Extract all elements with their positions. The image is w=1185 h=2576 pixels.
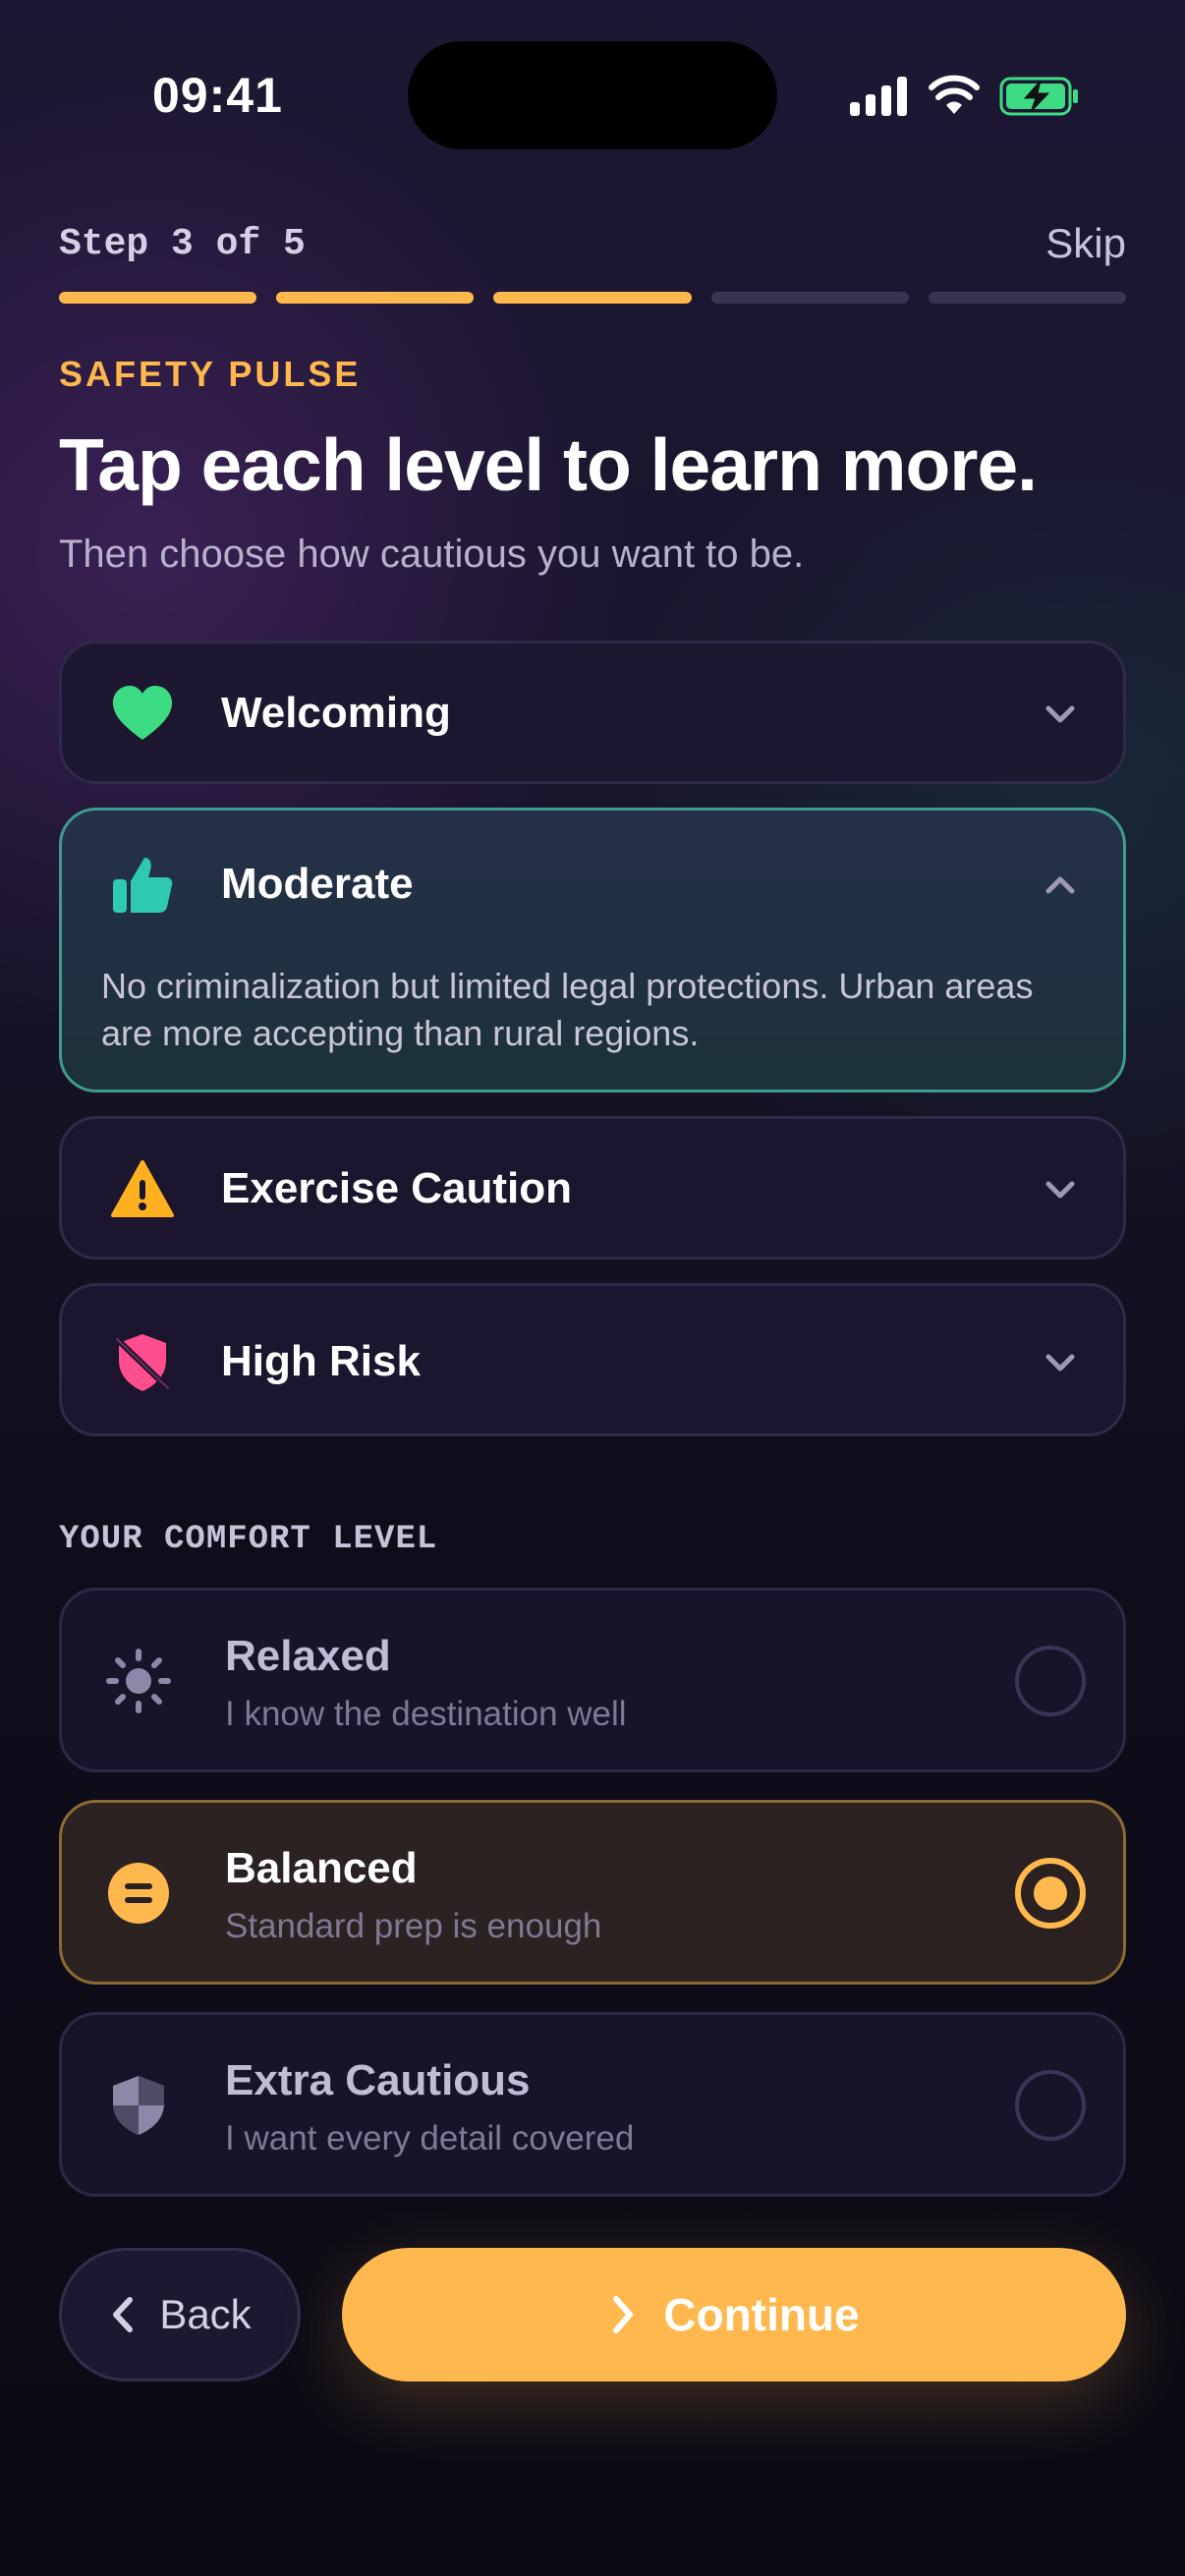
progress-segment-5	[928, 292, 1127, 304]
back-button-label: Back	[159, 2291, 252, 2337]
status-time: 09:41	[152, 68, 283, 123]
sun-icon	[106, 1649, 171, 1713]
section-eyebrow: SAFETY PULSE	[59, 354, 362, 394]
shield-icon	[113, 2076, 164, 2135]
comfort-option-name: Relaxed	[225, 1632, 391, 1680]
chevron-up-icon	[1045, 876, 1075, 894]
radio-button[interactable]	[1015, 1646, 1086, 1716]
step-indicator: Step 3 of 5	[59, 223, 306, 265]
continue-button-label: Continue	[663, 2289, 860, 2340]
chevron-left-icon	[113, 2297, 134, 2332]
level-card-exercise-caution[interactable]: Exercise Caution	[59, 1116, 1126, 1260]
dynamic-island	[408, 41, 777, 149]
level-label: Exercise Caution	[221, 1164, 573, 1212]
comfort-section-heading: YOUR COMFORT LEVEL	[59, 1521, 438, 1558]
battery-charging-icon	[999, 77, 1078, 116]
warning-icon	[111, 1160, 174, 1217]
comfort-option-balanced[interactable]: Balanced Standard prep is enough	[59, 1800, 1126, 1985]
cellular-signal-icon	[850, 77, 907, 116]
progress-bar	[59, 292, 1127, 304]
level-label: Moderate	[221, 860, 414, 908]
level-card-high-risk[interactable]: High Risk	[59, 1283, 1126, 1436]
heart-icon	[113, 686, 172, 740]
level-card-moderate[interactable]: Moderate No criminalization but limited …	[59, 808, 1126, 1092]
comfort-option-subtitle: I know the destination well	[225, 1695, 627, 1733]
comfort-option-subtitle: I want every detail covered	[225, 2119, 635, 2157]
comfort-option-name: Balanced	[225, 1844, 418, 1892]
skip-button[interactable]: Skip	[1045, 220, 1126, 267]
radio-button[interactable]	[1015, 2070, 1086, 2141]
level-description: No criminalization but limited legal pro…	[101, 966, 1034, 1053]
page-subtitle: Then choose how cautious you want to be.	[59, 532, 805, 576]
level-label: Welcoming	[221, 689, 451, 737]
shield-off-icon	[114, 1334, 171, 1391]
comfort-option-name: Extra Cautious	[225, 2056, 531, 2104]
level-card-welcoming[interactable]: Welcoming	[59, 641, 1126, 784]
level-label: High Risk	[221, 1337, 421, 1385]
chevron-down-icon	[1045, 705, 1075, 723]
back-button[interactable]: Back	[59, 2248, 301, 2381]
page-title: Tap each level to learn more.	[59, 423, 1038, 506]
progress-segment-4	[710, 292, 909, 304]
chevron-down-icon	[1045, 1354, 1075, 1372]
equals-icon	[108, 1863, 169, 1924]
comfort-option-relaxed[interactable]: Relaxed I know the destination well	[59, 1588, 1126, 1772]
wifi-icon	[929, 75, 980, 114]
chevron-down-icon	[1045, 1181, 1075, 1199]
radio-button-selected[interactable]	[1015, 1858, 1086, 1929]
progress-segment-2	[276, 292, 475, 304]
thumbs-up-icon	[113, 858, 173, 913]
comfort-option-extra-cautious[interactable]: Extra Cautious I want every detail cover…	[59, 2012, 1126, 2197]
chevron-right-icon	[613, 2296, 634, 2333]
progress-segment-3	[493, 292, 692, 304]
continue-button[interactable]: Continue	[342, 2248, 1126, 2381]
comfort-option-subtitle: Standard prep is enough	[225, 1907, 602, 1945]
progress-segment-1	[59, 292, 257, 304]
